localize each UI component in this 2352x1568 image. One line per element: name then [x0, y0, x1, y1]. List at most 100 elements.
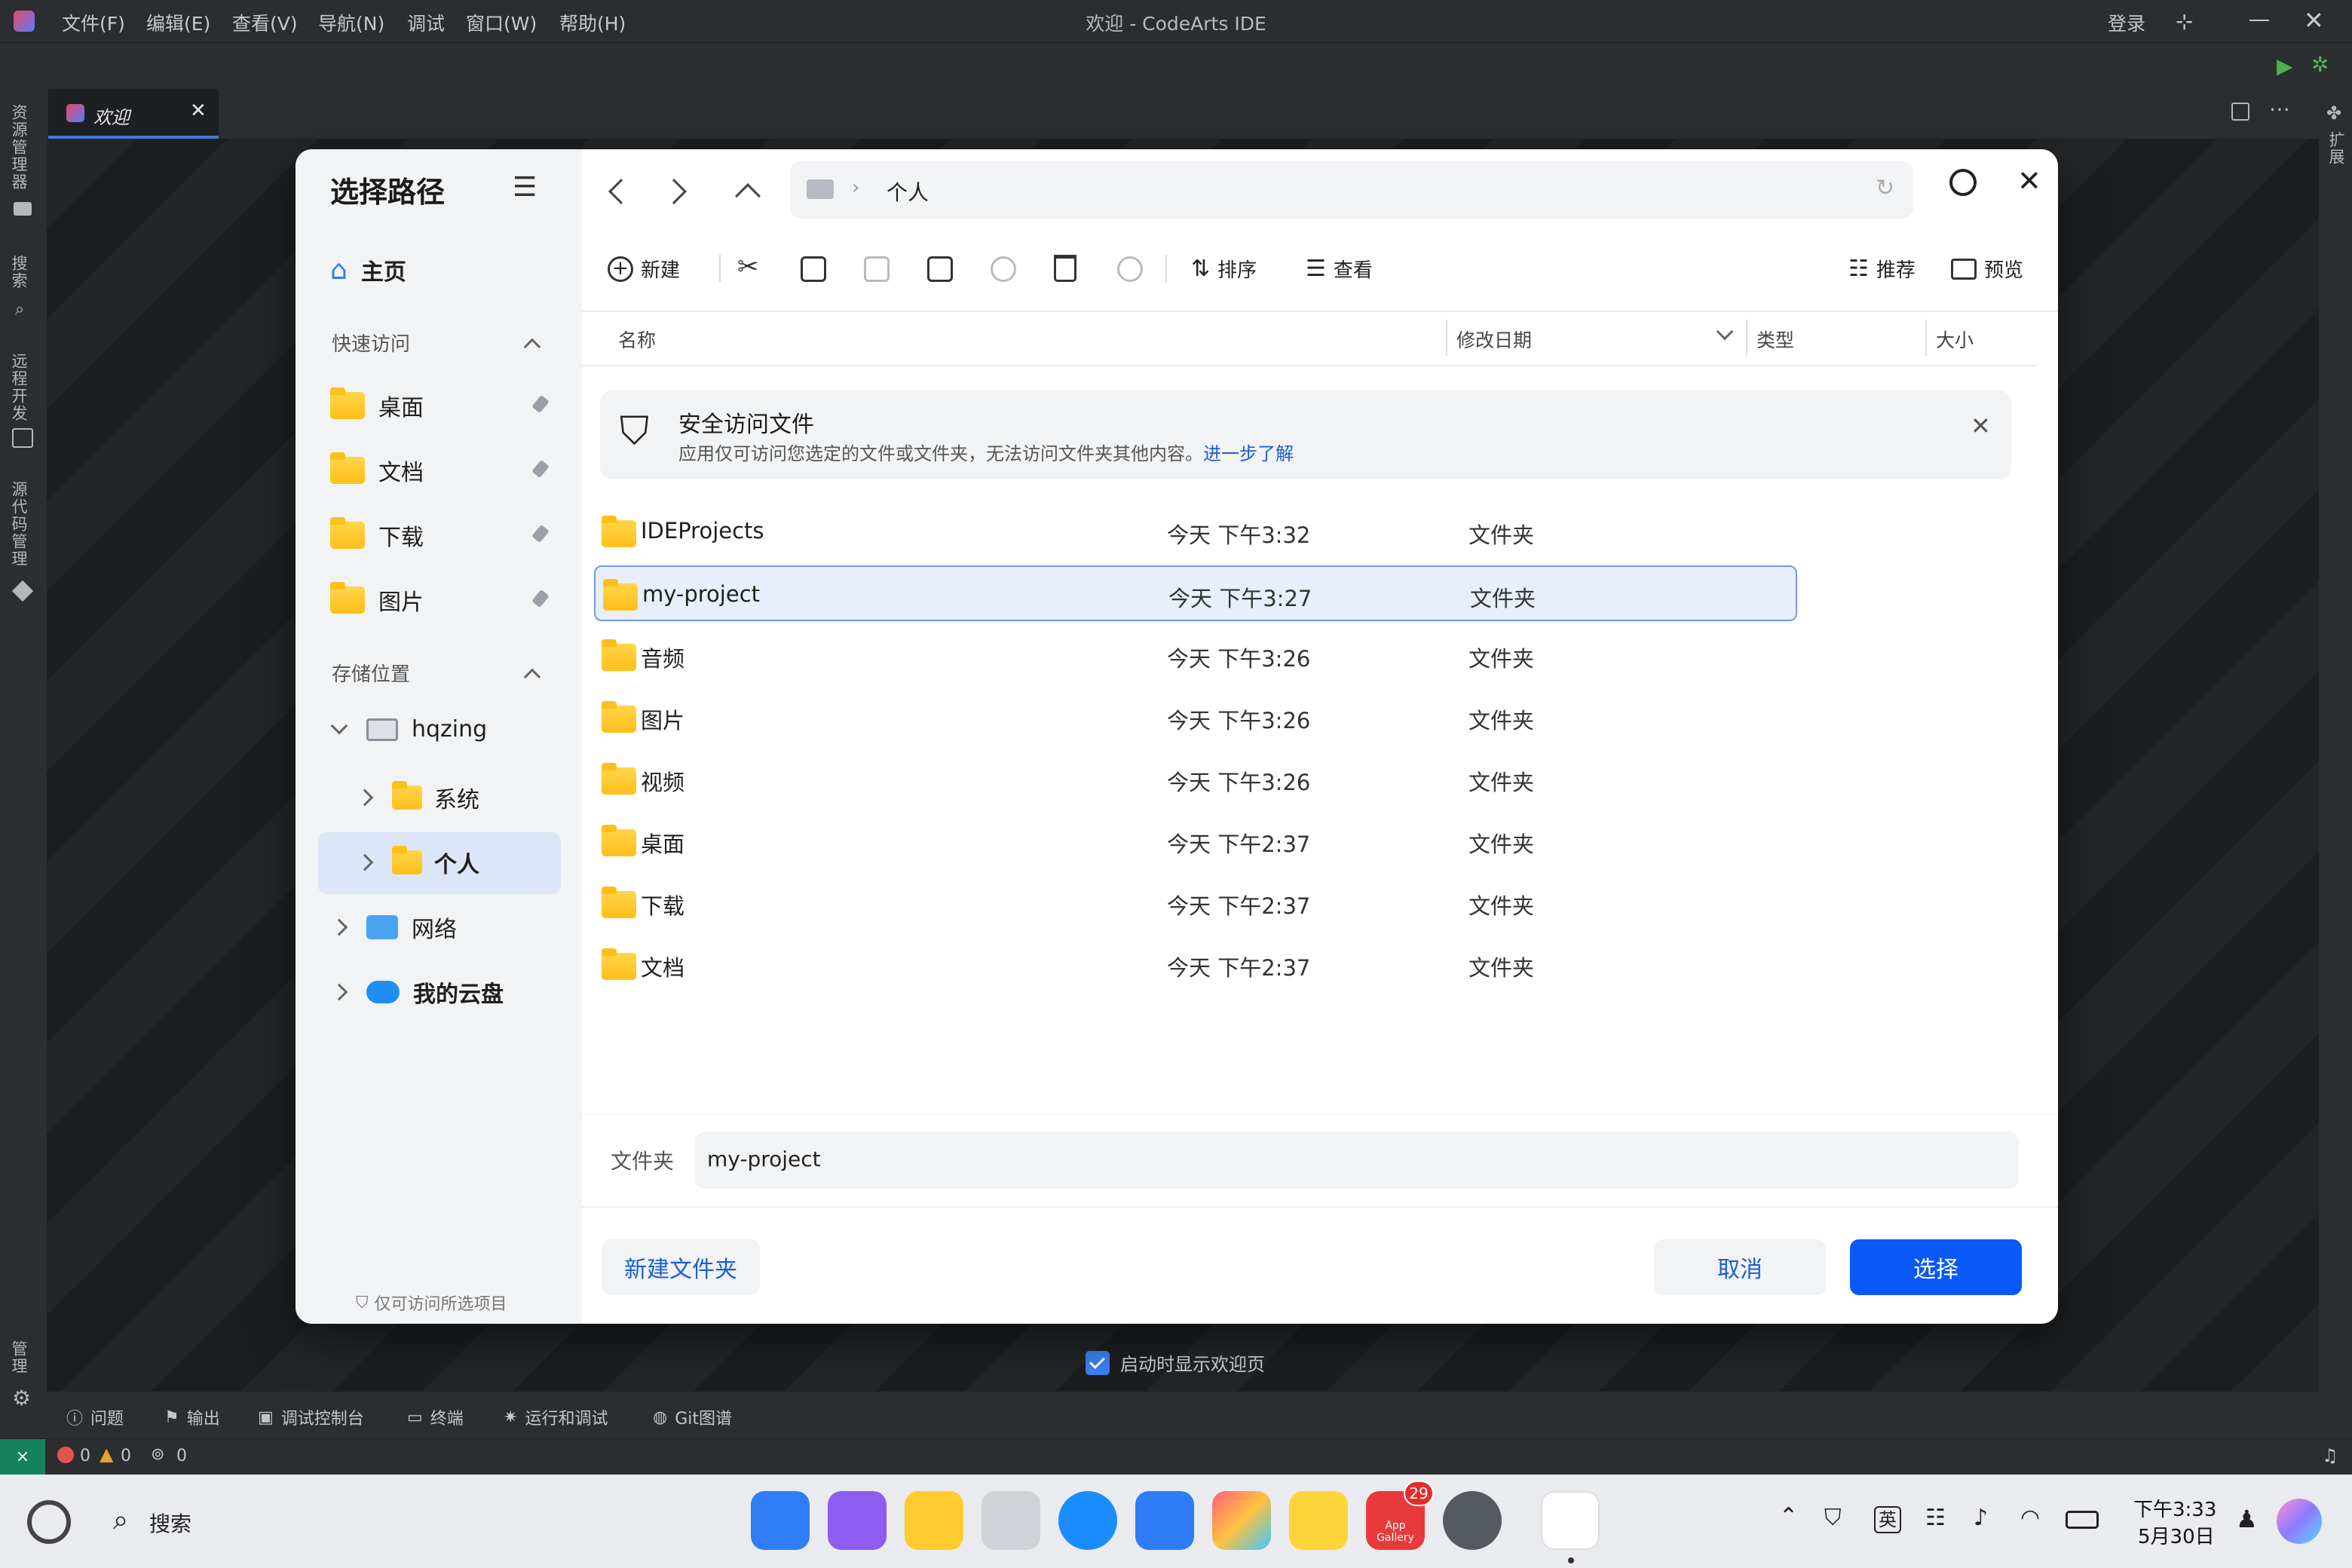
cancel-button[interactable]: 取消	[1654, 1239, 1826, 1295]
wifi-icon[interactable]: ◠	[2020, 1505, 2040, 1531]
new-button[interactable]: + 新建	[608, 255, 680, 283]
chevron-right-icon[interactable]	[356, 853, 374, 871]
chevron-up-icon[interactable]: ⌃	[1779, 1503, 1798, 1530]
table-row[interactable]: 下载 今天 下午2:37 文件夹	[594, 874, 1797, 930]
cut-icon[interactable]: ✂	[737, 252, 759, 282]
ime-indicator[interactable]: 英	[1874, 1506, 1901, 1533]
error-count[interactable]: 0	[80, 1447, 90, 1465]
login-link[interactable]: 登录	[2108, 9, 2145, 36]
chevron-right-icon[interactable]	[330, 918, 348, 936]
settings-icon[interactable]	[1443, 1491, 1502, 1550]
panel-tab-terminal[interactable]: ▭ 终端	[407, 1405, 464, 1429]
panel-tab-git-graph[interactable]: ◍ Git图谱	[653, 1405, 732, 1429]
files-icon[interactable]	[905, 1491, 963, 1550]
close-icon[interactable]: ✕	[1971, 412, 1991, 440]
volume-icon[interactable]: ♪	[1974, 1505, 1988, 1531]
back-button[interactable]	[608, 179, 634, 204]
select-button[interactable]: 选择	[1850, 1239, 2022, 1295]
debug-run-icon[interactable]: ✲	[2311, 52, 2329, 77]
menu-window[interactable]: 窗口(W)	[466, 9, 537, 36]
table-row[interactable]: 文档 今天 下午2:37 文件夹	[594, 936, 1797, 992]
sidebar-item-device[interactable]: hqzing	[330, 716, 487, 743]
run-icon[interactable]: ▶	[2277, 54, 2293, 78]
clipboard-icon[interactable]: ☷	[1925, 1505, 1946, 1531]
app-gallery-icon[interactable]: App Gallery 29	[1366, 1481, 1434, 1550]
sidebar-item-pictures[interactable]: 图片	[330, 582, 556, 617]
column-separator[interactable]	[1746, 320, 1747, 356]
chevron-down-icon[interactable]	[1716, 323, 1734, 341]
taskbar-search-label[interactable]: 搜索	[149, 1508, 191, 1538]
maximize-icon[interactable]: ✕	[2304, 6, 2324, 35]
sidebar-item-system[interactable]: 系统	[356, 781, 479, 814]
column-separator[interactable]	[1925, 320, 1927, 356]
preview-button[interactable]: 预览	[1951, 255, 2023, 283]
activity-scm[interactable]: 源代码管理	[8, 481, 30, 568]
panel-tab-debug-console[interactable]: ▣ 调试控制台	[258, 1405, 364, 1429]
activity-extensions[interactable]: 扩展	[2325, 131, 2347, 166]
app-grid-icon[interactable]	[751, 1491, 810, 1550]
remote-indicator[interactable]: ⨯	[0, 1439, 45, 1475]
column-name[interactable]: 名称	[618, 326, 656, 353]
clock-date[interactable]: 5月30日	[2138, 1521, 2215, 1549]
table-row[interactable]: my-project 今天 下午3:27 文件夹	[594, 565, 1797, 621]
start-icon[interactable]	[27, 1500, 71, 1544]
tab-welcome[interactable]: 欢迎 ✕	[48, 89, 219, 139]
column-size[interactable]: 大小	[1936, 326, 1974, 353]
rename-icon[interactable]	[927, 256, 953, 282]
collapse-quick-access-icon[interactable]	[523, 338, 541, 356]
new-folder-button[interactable]: 新建文件夹	[602, 1239, 760, 1295]
security-icon[interactable]: ⛉	[1824, 1505, 1842, 1531]
sidebar-item-desktop[interactable]: 桌面	[330, 387, 556, 422]
column-separator[interactable]	[1446, 320, 1447, 356]
close-icon[interactable]: ✕	[2017, 164, 2041, 198]
trash-icon[interactable]	[982, 1491, 1040, 1550]
sidebar-item-cloud[interactable]: 我的云盘	[330, 975, 504, 1009]
assistant-icon[interactable]	[2277, 1499, 2322, 1544]
folder-name-input[interactable]: my-project	[695, 1132, 2019, 1189]
close-icon[interactable]: ✕	[190, 100, 207, 122]
recommend-button[interactable]: ☷ 推荐	[1848, 255, 1916, 283]
gear-icon[interactable]: ⚙	[12, 1386, 31, 1410]
sidebar-item-downloads[interactable]: 下载	[330, 517, 556, 552]
split-editor-icon[interactable]	[2231, 103, 2249, 121]
sidebar-item-home[interactable]: ⌂ 主页	[330, 253, 406, 286]
column-modified[interactable]: 修改日期	[1456, 326, 1532, 353]
minimize-icon[interactable]	[2249, 20, 2269, 21]
menu-debug[interactable]: 调试	[407, 9, 445, 36]
menu-file[interactable]: 文件(F)	[62, 9, 125, 36]
up-button[interactable]	[735, 183, 761, 209]
forward-button[interactable]	[661, 179, 687, 204]
sidebar-item-personal[interactable]: 个人	[356, 846, 479, 879]
table-row[interactable]: 桌面 今天 下午2:37 文件夹	[594, 813, 1797, 868]
sidebar-menu-icon[interactable]: ☰	[513, 172, 537, 203]
table-row[interactable]: 图片 今天 下午3:26 文件夹	[594, 689, 1797, 745]
chevron-right-icon[interactable]	[356, 789, 374, 807]
activity-remote[interactable]: 远程开发	[8, 353, 30, 422]
more-icon[interactable]: ⋯	[2269, 96, 2290, 121]
refresh-icon[interactable]: ↻	[1876, 175, 1894, 201]
copy-icon[interactable]	[801, 256, 826, 282]
sidebar-item-network[interactable]: 网络	[330, 911, 457, 944]
chevron-right-icon[interactable]	[330, 983, 348, 1001]
learn-more-link[interactable]: 进一步了解	[1203, 443, 1294, 464]
panel-tab-output[interactable]: ⚑ 输出	[164, 1405, 220, 1429]
delete-icon[interactable]	[1054, 255, 1076, 282]
activity-explorer[interactable]: 资源管理器	[8, 104, 30, 191]
activity-manage[interactable]: 管理	[8, 1340, 30, 1375]
codearts-app-icon[interactable]	[1541, 1491, 1600, 1550]
column-type[interactable]: 类型	[1756, 326, 1794, 353]
clock-time[interactable]: 下午3:33	[2133, 1494, 2216, 1522]
mail-icon[interactable]	[1135, 1491, 1194, 1550]
view-button[interactable]: ☰ 查看	[1306, 255, 1373, 283]
sort-button[interactable]: ⇅ 排序	[1191, 255, 1257, 283]
checkbox-checked-icon[interactable]	[1086, 1350, 1110, 1375]
search-icon[interactable]	[1949, 169, 1977, 196]
breadcrumb-current[interactable]: 个人	[887, 176, 929, 207]
panel-tab-run-debug[interactable]: ✷ 运行和调试	[504, 1405, 608, 1429]
address-bar[interactable]: › 个人 ↻	[790, 161, 1913, 219]
restore-icon[interactable]: ⊹	[2176, 9, 2193, 34]
menu-edit[interactable]: 编辑(E)	[146, 9, 210, 36]
notes-icon[interactable]	[1289, 1491, 1348, 1550]
search-icon[interactable]: ⌕	[113, 1505, 128, 1536]
warning-count[interactable]: 0	[121, 1447, 131, 1465]
